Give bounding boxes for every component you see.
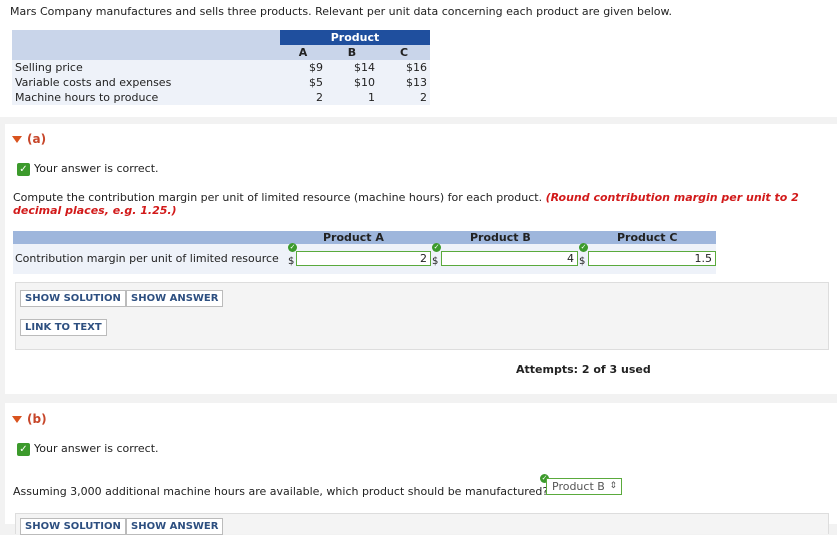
currency-symbol: $ bbox=[579, 256, 586, 267]
show-solution-button[interactable]: SHOW SOLUTION bbox=[20, 290, 126, 307]
col-header-c: C bbox=[378, 45, 430, 60]
show-answer-button[interactable]: SHOW ANSWER bbox=[126, 290, 224, 307]
product-data-table: Product A B C Selling price $9 $14 $16 V… bbox=[12, 30, 430, 105]
cm-header-product-c: Product C bbox=[617, 231, 678, 244]
cm-product-c-input[interactable]: 1.5 bbox=[588, 251, 716, 266]
table-row: Selling price $9 $14 $16 bbox=[12, 60, 430, 75]
col-header-a: A bbox=[280, 45, 326, 60]
cm-table-row: Contribution margin per unit of limited … bbox=[13, 243, 716, 274]
cm-header-product-b: Product B bbox=[470, 231, 531, 244]
part-b-toggle[interactable]: (b) bbox=[12, 412, 47, 426]
cm-row-label: Contribution margin per unit of limited … bbox=[15, 252, 279, 265]
part-b-section bbox=[5, 403, 837, 524]
cm-product-b-input[interactable]: 4 bbox=[441, 251, 578, 266]
show-answer-button[interactable]: SHOW ANSWER bbox=[126, 518, 224, 535]
table-row: Variable costs and expenses $5 $10 $13 bbox=[12, 75, 430, 90]
part-a-toggle[interactable]: (a) bbox=[12, 132, 46, 146]
currency-symbol: $ bbox=[288, 256, 295, 267]
part-b-question: Assuming 3,000 additional machine hours … bbox=[13, 485, 549, 498]
part-a-button-panel: SHOW SOLUTION SHOW ANSWER LINK TO TEXT bbox=[15, 282, 829, 350]
part-a-status: ✓ Your answer is correct. bbox=[17, 162, 159, 176]
table-row: Machine hours to produce 2 1 2 bbox=[12, 90, 430, 105]
cm-header-product-a: Product A bbox=[323, 231, 384, 244]
problem-statement-panel: Mars Company manufactures and sells thre… bbox=[0, 0, 837, 117]
part-b-status: ✓ Your answer is correct. bbox=[17, 442, 159, 456]
checkmark-icon: ✓ bbox=[17, 442, 30, 456]
expand-triangle-icon bbox=[12, 136, 22, 143]
part-a-question: Compute the contribution margin per unit… bbox=[13, 191, 799, 217]
show-solution-button[interactable]: SHOW SOLUTION bbox=[20, 518, 126, 535]
expand-triangle-icon bbox=[12, 416, 22, 423]
cm-table-header: Product A Product B Product C bbox=[13, 231, 716, 244]
cm-product-a-input[interactable]: 2 bbox=[296, 251, 431, 266]
product-select[interactable]: Product B ⇕ bbox=[546, 478, 622, 495]
intro-text: Mars Company manufactures and sells thre… bbox=[10, 5, 673, 18]
currency-symbol: $ bbox=[432, 256, 439, 267]
product-group-header: Product bbox=[280, 30, 430, 45]
checkmark-icon: ✓ bbox=[17, 162, 30, 176]
attempts-counter: Attempts: 2 of 3 used bbox=[516, 363, 651, 376]
correct-check-icon: ✓ bbox=[579, 243, 588, 252]
correct-check-icon: ✓ bbox=[432, 243, 441, 252]
link-to-text-button[interactable]: LINK TO TEXT bbox=[20, 319, 107, 336]
col-header-b: B bbox=[326, 45, 378, 60]
select-arrows-icon: ⇕ bbox=[609, 481, 617, 491]
